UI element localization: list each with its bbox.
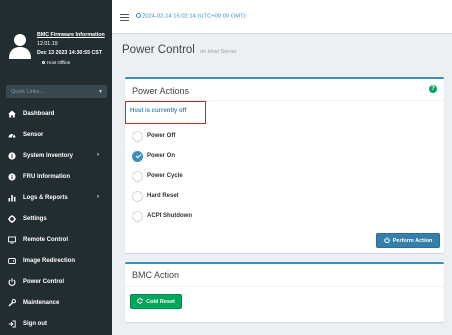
- chart-icon: [8, 194, 16, 202]
- refresh-icon: [137, 297, 143, 306]
- radio-button[interactable]: [132, 191, 143, 202]
- radio-button-checked[interactable]: [132, 151, 143, 162]
- dashboard-icon: [8, 110, 16, 118]
- datetime-display: 2024-02-14 15:02:14 (UTC+00:00 GMT): [136, 13, 246, 20]
- bmc-action-title: BMC Action: [132, 270, 180, 280]
- perform-action-label: Perform Action: [392, 237, 433, 244]
- sidebar-item-label: Remote Control: [23, 237, 68, 243]
- radio-label: Power On: [147, 153, 176, 159]
- signout-icon: [8, 320, 16, 328]
- radio-label: Hard Reset: [147, 193, 179, 199]
- power-actions-box: Power Actions ? Host is currently off Po…: [125, 77, 444, 253]
- quick-links-placeholder: Quick Links...: [11, 89, 45, 95]
- firmware-version: 12.01.19: [37, 41, 58, 47]
- power-icon: [8, 278, 16, 286]
- sidebar-item-logs-reports[interactable]: Logs & Reports ›: [0, 190, 112, 208]
- chevron-right-icon: ›: [97, 194, 99, 200]
- radio-button[interactable]: [132, 131, 143, 142]
- status-dot-icon: [42, 61, 45, 65]
- sidebar-item-label: Dashboard: [23, 111, 55, 117]
- firmware-info-link[interactable]: BMC Firmware Information: [37, 32, 105, 38]
- radio-label: ACPI Shutdown: [147, 213, 192, 219]
- sidebar-item-dashboard[interactable]: Dashboard: [0, 106, 112, 124]
- sidebar-item-label: Settings: [23, 216, 47, 222]
- sidebar-item-label: Maintenance: [23, 300, 60, 306]
- wrench-icon: [8, 299, 16, 307]
- disk-icon: [8, 257, 16, 265]
- quick-links-select[interactable]: Quick Links... ▼: [6, 85, 107, 98]
- divider: [125, 286, 444, 287]
- sidebar-item-settings[interactable]: Settings: [0, 211, 112, 229]
- sidebar-item-image-redirection[interactable]: Image Redirection: [0, 253, 112, 271]
- page-title: Power Control on Host Server: [122, 44, 237, 56]
- sidebar-item-label: Sign out: [23, 321, 47, 327]
- power-actions-title: Power Actions: [132, 86, 190, 96]
- sidebar-item-label: System Inventory: [23, 153, 74, 159]
- radio-button[interactable]: [132, 211, 143, 222]
- bmc-action-box: BMC Action Cold Reset: [125, 262, 444, 322]
- sidebar-item-label: Sensor: [23, 132, 44, 138]
- sidebar-item-fru-information[interactable]: FRU Information: [0, 169, 112, 187]
- cold-reset-label: Cold Reset: [146, 298, 175, 305]
- check-icon: [135, 152, 141, 159]
- power-icon: [384, 236, 390, 245]
- sidebar-item-label: Logs & Reports: [23, 195, 68, 201]
- firmware-date: Dec 13 2023 14:30:55 CST: [37, 50, 103, 56]
- top-navbar: 2024-02-14 15:02:14 (UTC+00:00 GMT): [112, 0, 452, 34]
- sidebar-item-label: FRU Information: [23, 174, 70, 180]
- chevron-right-icon: ›: [97, 152, 99, 158]
- host-status-indicator: Host Offline: [42, 60, 70, 65]
- hamburger-menu-icon[interactable]: [120, 14, 129, 21]
- radio-label: Power Off: [147, 133, 176, 139]
- chevron-down-icon: ▼: [98, 89, 103, 95]
- datetime-text: 2024-02-14 15:02:14 (UTC+00:00 GMT): [142, 13, 246, 20]
- host-status-text: Host Offline: [47, 60, 71, 65]
- sidebar-item-maintenance[interactable]: Maintenance: [0, 295, 112, 313]
- gear-icon: [8, 215, 16, 223]
- help-icon[interactable]: ?: [429, 85, 437, 93]
- avatar-icon: [9, 34, 31, 59]
- host-status-message: Host is currently off: [130, 108, 187, 114]
- radio-label: Power Cycle: [147, 173, 183, 179]
- sidebar-item-sign-out[interactable]: Sign out: [0, 316, 112, 334]
- sensor-icon: [8, 131, 16, 139]
- sidebar: BMC Firmware Information 12.01.19 Dec 13…: [0, 0, 112, 335]
- info-icon: [8, 173, 16, 181]
- sidebar-item-system-inventory[interactable]: System Inventory ›: [0, 148, 112, 166]
- cold-reset-button[interactable]: Cold Reset: [130, 294, 182, 309]
- clock-icon: [136, 13, 141, 18]
- sidebar-item-power-control[interactable]: Power Control: [0, 274, 112, 292]
- sidebar-item-sensor[interactable]: Sensor: [0, 127, 112, 145]
- info-icon: [8, 152, 16, 160]
- radio-button[interactable]: [132, 171, 143, 182]
- perform-action-button[interactable]: Perform Action: [376, 233, 440, 248]
- sidebar-item-label: Image Redirection: [23, 258, 76, 264]
- sidebar-item-label: Power Control: [23, 279, 65, 285]
- page-subtitle: on Host Server: [200, 49, 237, 55]
- page-title-text: Power Control: [122, 44, 195, 56]
- monitor-icon: [8, 236, 16, 244]
- user-panel: BMC Firmware Information 12.01.19 Dec 13…: [0, 22, 112, 84]
- sidebar-item-remote-control[interactable]: Remote Control: [0, 232, 112, 250]
